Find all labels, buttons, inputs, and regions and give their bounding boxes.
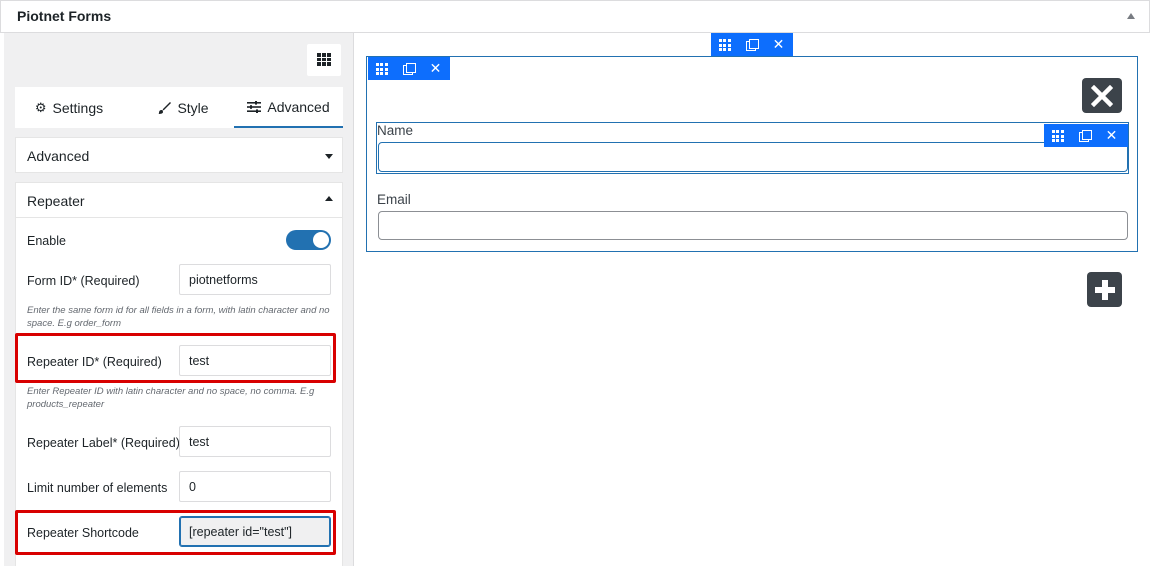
limit-elements-label: Limit number of elements xyxy=(27,481,168,495)
section-toolbar: ✕ xyxy=(368,57,450,80)
duplicate-icon xyxy=(746,39,759,51)
form-id-label: Form ID* (Required) xyxy=(27,274,140,288)
close-icon: ✕ xyxy=(1105,127,1118,143)
tab-advanced-label: Advanced xyxy=(267,98,330,115)
drag-handle-button[interactable] xyxy=(711,33,738,56)
repeater-section-header[interactable]: Repeater xyxy=(16,183,342,218)
sliders-icon xyxy=(247,100,262,113)
form-id-input[interactable]: piotnetforms xyxy=(179,264,331,295)
close-icon xyxy=(1091,84,1113,107)
add-item-button[interactable] xyxy=(1087,272,1122,307)
duplicate-button[interactable] xyxy=(738,33,765,56)
panel-title: Piotnet Forms xyxy=(17,8,112,24)
duplicate-icon xyxy=(1079,130,1092,142)
limit-elements-input[interactable]: 0 xyxy=(179,471,331,502)
shortcode-label: Repeater Shortcode xyxy=(27,526,139,540)
shortcode-input[interactable]: [repeater id="test"] xyxy=(179,516,331,547)
tab-style-label: Style xyxy=(177,99,209,116)
email-input[interactable] xyxy=(378,211,1128,240)
field-drag-handle-button[interactable] xyxy=(1044,124,1071,147)
collapse-toggle-icon[interactable] xyxy=(1127,13,1135,19)
section-drag-handle-button[interactable] xyxy=(368,57,395,80)
gear-icon: ⚙ xyxy=(34,99,47,115)
close-icon: ✕ xyxy=(772,36,785,52)
advanced-section-title: Advanced xyxy=(27,148,90,164)
widgets-grid-button[interactable] xyxy=(307,44,341,76)
repeater-id-label: Repeater ID* (Required) xyxy=(27,355,162,369)
repeater-label-input[interactable]: test xyxy=(179,426,331,457)
tab-settings[interactable]: ⚙ Settings xyxy=(15,87,123,128)
field-delete-button[interactable]: ✕ xyxy=(1098,124,1125,147)
email-label: Email xyxy=(377,192,411,207)
caret-up-icon xyxy=(325,196,333,201)
duplicate-icon xyxy=(403,63,416,75)
brush-icon xyxy=(158,101,172,114)
repeater-id-input[interactable]: test xyxy=(179,345,331,376)
toggle-knob xyxy=(313,232,329,248)
enable-label: Enable xyxy=(27,234,66,248)
repeater-section-title: Repeater xyxy=(27,193,85,209)
repeater-id-help: Enter Repeater ID with latin character a… xyxy=(27,386,315,410)
caret-down-icon xyxy=(325,154,333,159)
grid-icon xyxy=(718,39,731,51)
settings-sidebar: ⚙ Settings Style Advanced Advanced Repea… xyxy=(4,33,354,566)
panel-header: Piotnet Forms xyxy=(0,0,1150,33)
remove-item-button[interactable] xyxy=(1082,78,1122,113)
section-duplicate-button[interactable] xyxy=(395,57,422,80)
form-id-help: Enter the same form id for all fields in… xyxy=(27,305,330,329)
field-duplicate-button[interactable] xyxy=(1071,124,1098,147)
close-icon: ✕ xyxy=(429,60,442,76)
grid-icon xyxy=(1051,130,1064,142)
enable-toggle[interactable] xyxy=(286,230,331,250)
name-field-toolbar: ✕ xyxy=(1044,124,1128,147)
grid-icon xyxy=(375,63,388,75)
name-label: Name xyxy=(377,123,414,138)
plus-icon xyxy=(1094,279,1115,300)
tab-style[interactable]: Style xyxy=(137,87,229,128)
repeater-label-label: Repeater Label* (Required) xyxy=(27,436,180,450)
section-delete-button[interactable]: ✕ xyxy=(422,57,449,80)
repeater-toolbar: ✕ xyxy=(711,33,793,56)
advanced-section-header[interactable]: Advanced xyxy=(15,137,343,173)
tab-advanced[interactable]: Advanced xyxy=(234,87,343,128)
settings-tabs: ⚙ Settings Style Advanced xyxy=(15,87,343,128)
grid-icon xyxy=(317,53,331,66)
delete-button[interactable]: ✕ xyxy=(765,33,792,56)
tab-settings-label: Settings xyxy=(52,99,104,116)
name-input[interactable] xyxy=(378,142,1128,172)
